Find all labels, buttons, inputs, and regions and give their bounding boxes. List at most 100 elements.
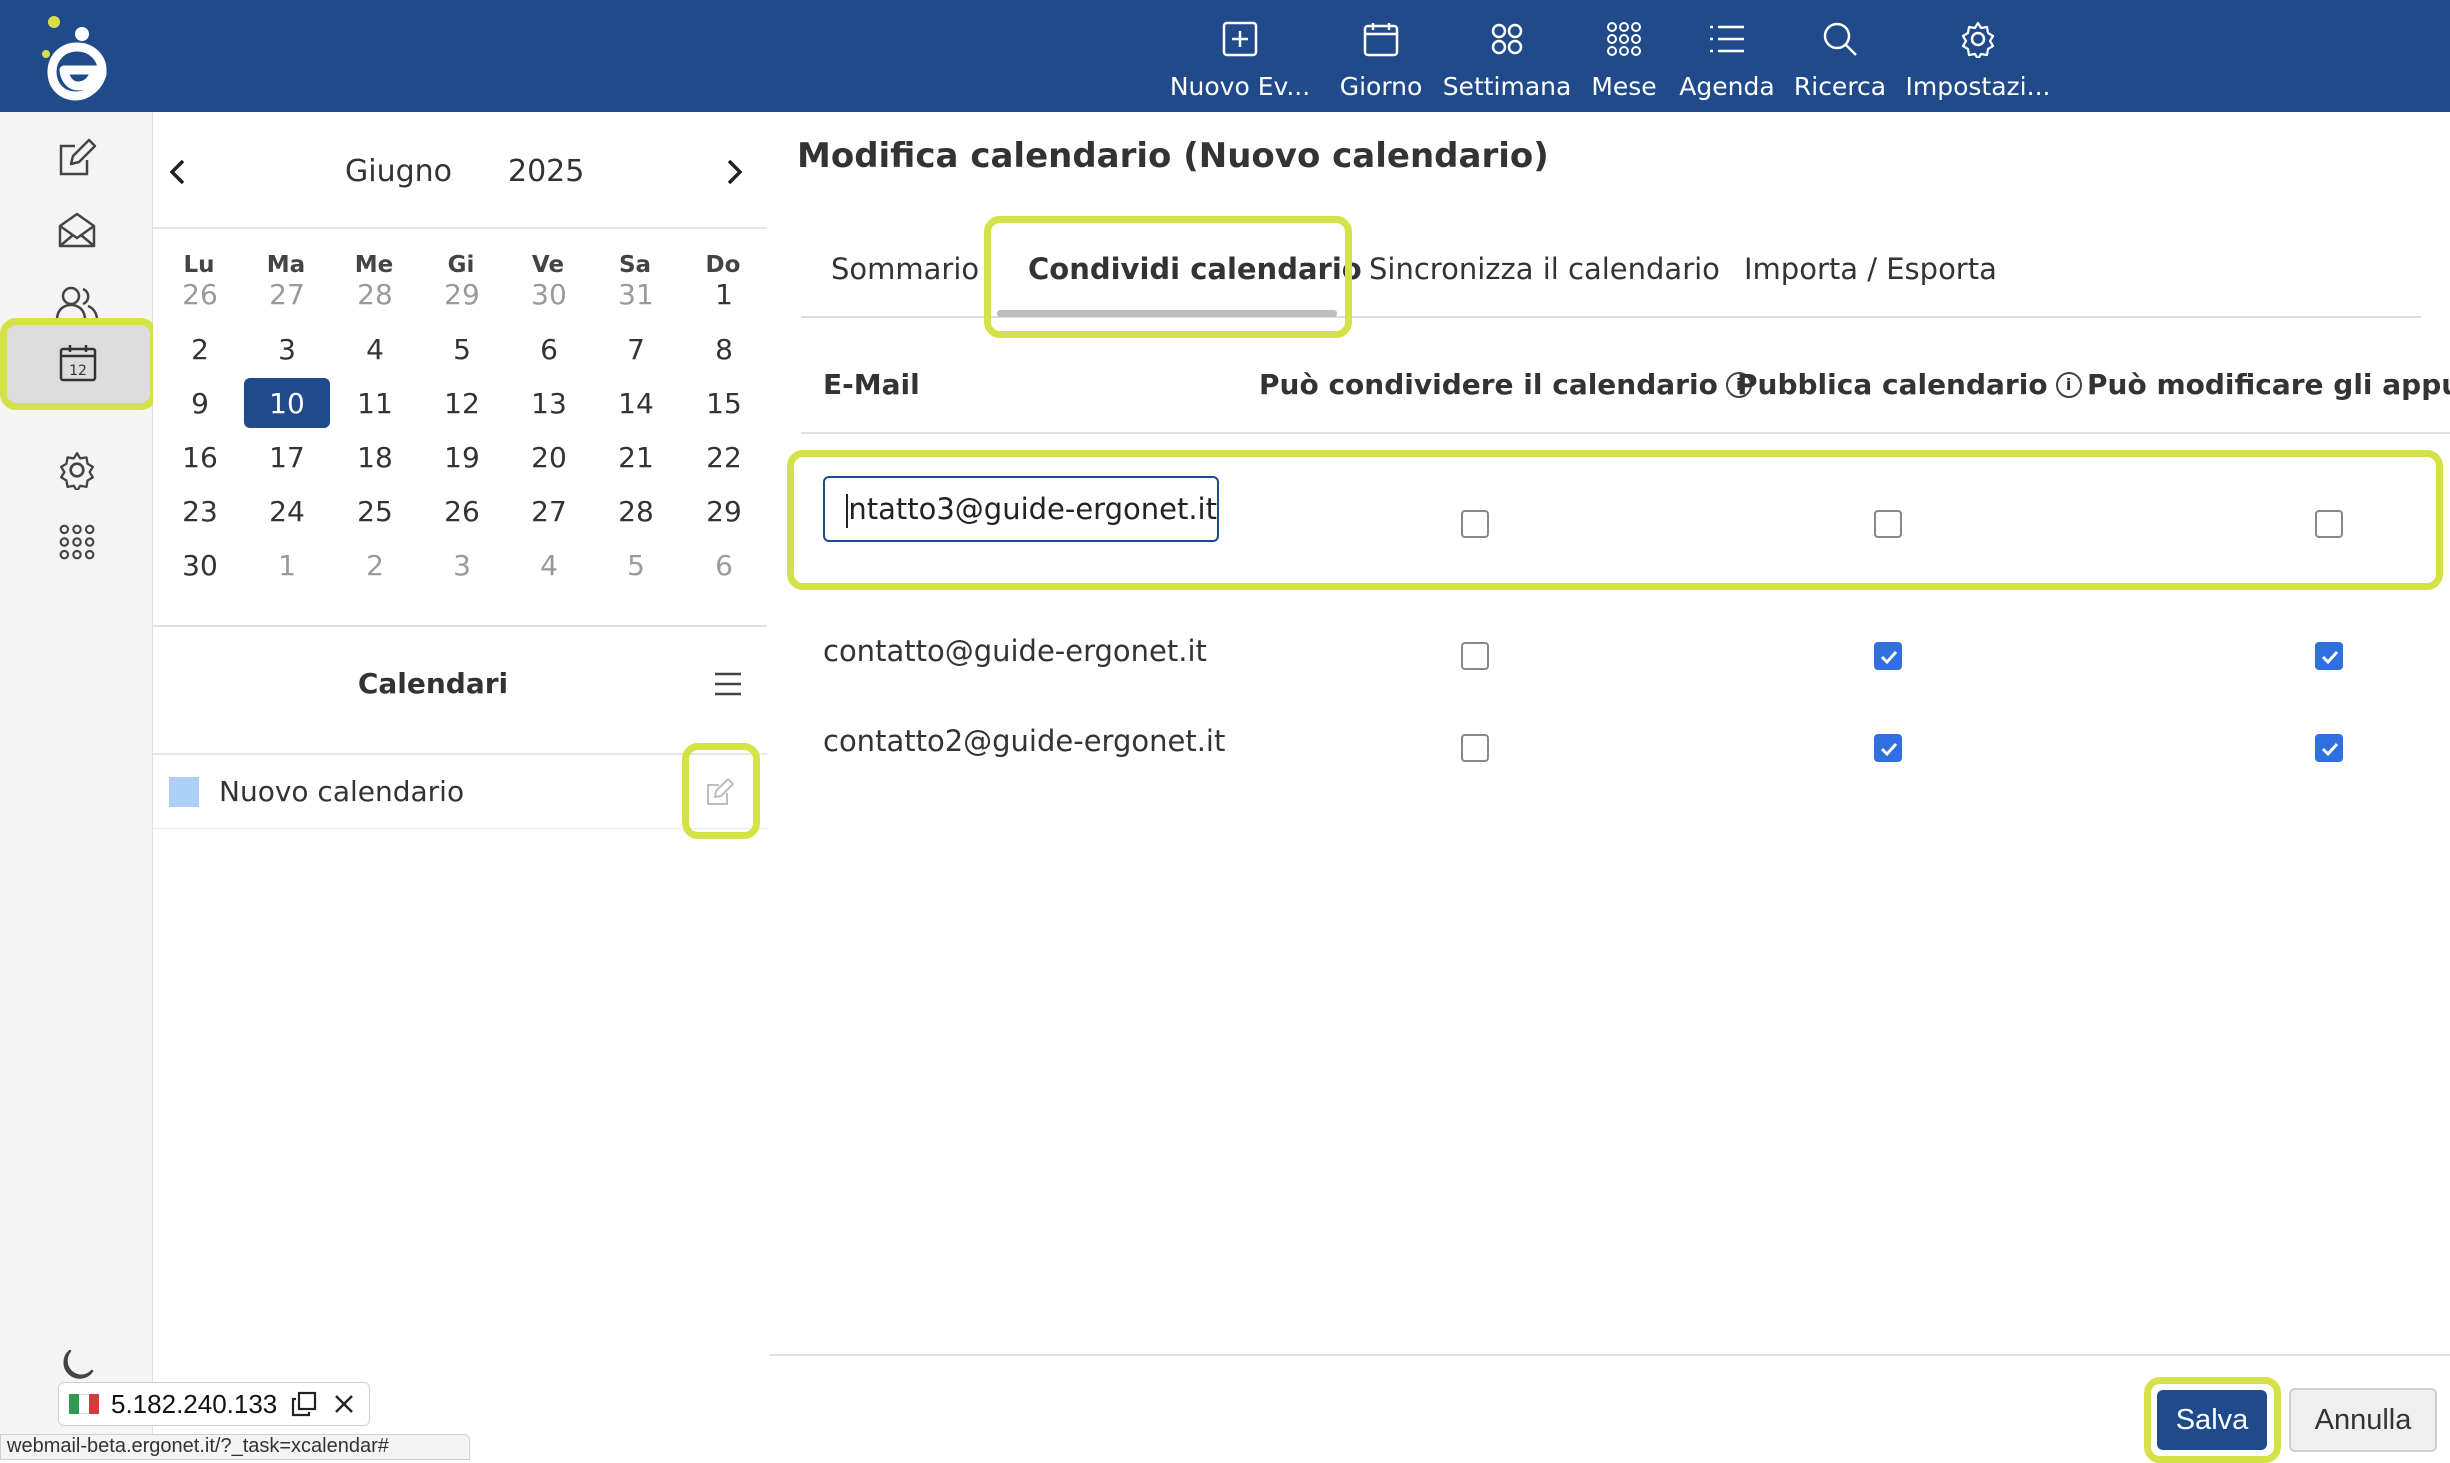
ip-address: 5.182.240.133 xyxy=(111,1388,278,1419)
calendars-menu-button[interactable] xyxy=(713,671,743,697)
calendars-list-panel: Calendari Nuovo calendario xyxy=(153,627,767,1460)
calendar-day[interactable]: 2 xyxy=(332,540,418,590)
tab-sync-calendar[interactable]: Sincronizza il calendario xyxy=(1369,252,1720,286)
calendar-day[interactable]: 6 xyxy=(506,324,592,374)
prev-month-button[interactable] xyxy=(157,152,197,192)
calendar-day[interactable]: 7 xyxy=(593,324,679,374)
nine-dots-icon xyxy=(1606,14,1642,64)
header-divider xyxy=(801,432,2450,434)
rail-mail[interactable] xyxy=(0,194,153,266)
toolbar-day[interactable]: Giorno xyxy=(1335,10,1427,110)
toolbar-settings[interactable]: Impostazi... xyxy=(1905,10,2051,110)
checkmark-icon xyxy=(1880,742,1898,757)
calendar-color-swatch xyxy=(169,777,199,807)
row1-can-edit-checkbox[interactable] xyxy=(2315,642,2343,670)
calendar-day[interactable]: 24 xyxy=(244,486,330,536)
rail-apps[interactable] xyxy=(0,506,153,578)
toolbar-new-event[interactable]: Nuovo Ev... xyxy=(1170,10,1310,110)
calendar-day[interactable]: 11 xyxy=(332,378,418,428)
four-circles-icon xyxy=(1489,14,1525,64)
toolbar-label: Agenda xyxy=(1679,72,1775,101)
app-logo[interactable] xyxy=(40,12,120,102)
calendar-day[interactable]: 1 xyxy=(244,540,330,590)
calendar-day[interactable]: 5 xyxy=(593,540,679,590)
calendar-sidebar: Giugno 2025 Lu Ma Me Gi Ve Sa Do 26 27 28 29 30 31 1 2… xyxy=(153,112,767,1460)
column-header-can-share: Può condividere il calendario i xyxy=(1259,368,1752,401)
calendar-day[interactable]: 22 xyxy=(681,432,767,482)
tab-summary[interactable]: Sommario xyxy=(831,252,979,286)
calendar-day[interactable]: 28 xyxy=(593,486,679,536)
calendar-day[interactable]: 9 xyxy=(157,378,243,428)
calendar-day[interactable]: 26 xyxy=(157,269,243,319)
toolbar-label: Impostazi... xyxy=(1905,72,2051,101)
hamburger-icon xyxy=(715,672,741,696)
calendar-name: Nuovo calendario xyxy=(219,775,465,808)
calendar-list-item[interactable]: Nuovo calendario xyxy=(153,755,767,829)
row1-can-share-checkbox[interactable] xyxy=(1461,642,1489,670)
calendar-day[interactable]: 2 xyxy=(157,324,243,374)
cancel-button[interactable]: Annulla xyxy=(2289,1388,2437,1452)
calendar-day[interactable]: 6 xyxy=(681,540,767,590)
chevron-right-icon xyxy=(727,159,743,185)
calendar-day[interactable]: 1 xyxy=(681,269,767,319)
row1-publish-checkbox[interactable] xyxy=(1874,642,1902,670)
calendar-day[interactable]: 4 xyxy=(332,324,418,374)
calendar-day[interactable]: 25 xyxy=(332,486,418,536)
calendar-day[interactable]: 3 xyxy=(244,324,330,374)
calendar-day[interactable]: 13 xyxy=(506,378,592,428)
row2-can-edit-checkbox[interactable] xyxy=(2315,734,2343,762)
calendar-day[interactable]: 27 xyxy=(244,269,330,319)
calendar-day[interactable]: 14 xyxy=(593,378,679,428)
rail-settings[interactable] xyxy=(0,434,153,506)
column-header-publish: Pubblica calendario i xyxy=(1737,368,2082,401)
highlight-share-tab xyxy=(984,216,1352,338)
toolbar-month[interactable]: Mese xyxy=(1588,10,1660,110)
calendar-day[interactable]: 5 xyxy=(419,324,505,374)
chevron-left-icon xyxy=(169,159,185,185)
ip-badge: 5.182.240.133 xyxy=(58,1382,370,1426)
toolbar-week[interactable]: Settimana xyxy=(1443,10,1571,110)
calendar-day[interactable]: 8 xyxy=(681,324,767,374)
calendar-day[interactable]: 29 xyxy=(419,269,505,319)
calendar-day[interactable]: 19 xyxy=(419,432,505,482)
calendar-day[interactable]: 16 xyxy=(157,432,243,482)
toolbar-label: Mese xyxy=(1591,72,1657,101)
copy-icon[interactable] xyxy=(291,1391,317,1417)
calendar-day[interactable]: 15 xyxy=(681,378,767,428)
calendar-day[interactable]: 12 xyxy=(419,378,505,428)
checkmark-icon xyxy=(2321,650,2339,665)
row2-can-share-checkbox[interactable] xyxy=(1461,734,1489,762)
column-header-email: E-Mail xyxy=(823,368,920,401)
calendars-title: Calendari xyxy=(357,667,509,700)
mini-calendar: Giugno 2025 Lu Ma Me Gi Ve Sa Do 26 27 28 29 30 31 1 2… xyxy=(153,112,767,627)
calendar-day[interactable]: 28 xyxy=(332,269,418,319)
calendar-day[interactable]: 4 xyxy=(506,540,592,590)
share-row-email: contatto@guide-ergonet.it xyxy=(823,634,1207,668)
calendar-day[interactable]: 31 xyxy=(593,269,679,319)
calendar-day[interactable]: 29 xyxy=(681,486,767,536)
mini-calendar-year[interactable]: 2025 xyxy=(508,154,584,189)
row2-publish-checkbox[interactable] xyxy=(1874,734,1902,762)
highlight-edit-calendar xyxy=(682,743,760,839)
calendar-day[interactable]: 17 xyxy=(244,432,330,482)
rail-compose[interactable] xyxy=(0,122,153,194)
calendar-day[interactable]: 30 xyxy=(506,269,592,319)
calendar-day[interactable]: 26 xyxy=(419,486,505,536)
calendar-day[interactable]: 23 xyxy=(157,486,243,536)
toolbar-agenda[interactable]: Agenda xyxy=(1679,10,1775,110)
info-icon[interactable]: i xyxy=(2055,371,2082,398)
mini-calendar-month[interactable]: Giugno xyxy=(345,154,452,189)
calendar-day[interactable]: 18 xyxy=(332,432,418,482)
settings-icon xyxy=(59,452,94,490)
compose-icon xyxy=(59,138,96,176)
next-month-button[interactable] xyxy=(715,152,755,192)
calendar-day[interactable]: 30 xyxy=(157,540,243,590)
tab-import-export[interactable]: Importa / Esporta xyxy=(1744,252,1997,286)
calendar-day[interactable]: 27 xyxy=(506,486,592,536)
calendar-day[interactable]: 3 xyxy=(419,540,505,590)
calendar-day[interactable]: 20 xyxy=(506,432,592,482)
close-icon[interactable] xyxy=(333,1393,355,1415)
toolbar-search[interactable]: Ricerca xyxy=(1794,10,1886,110)
calendar-day[interactable]: 10 xyxy=(244,378,330,428)
calendar-day[interactable]: 21 xyxy=(593,432,679,482)
